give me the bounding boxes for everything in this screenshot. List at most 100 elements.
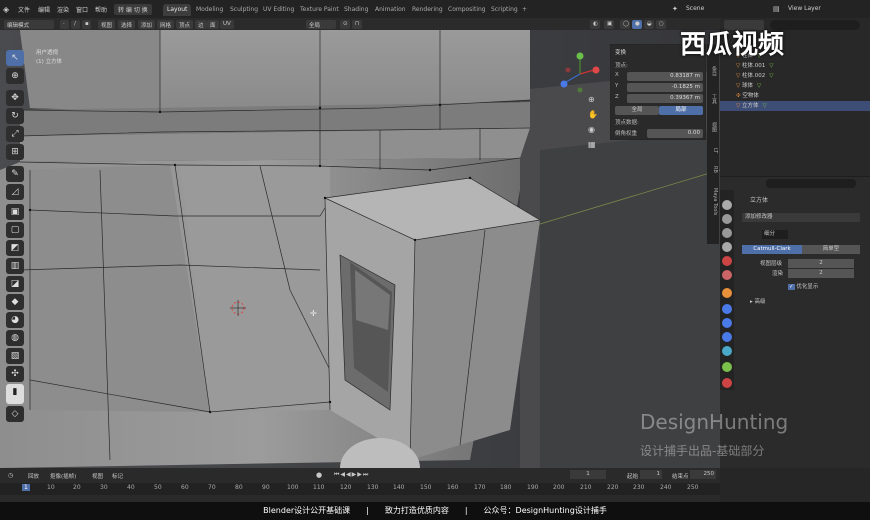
menu-vertex[interactable]: 顶点 [176, 20, 194, 29]
scale-tool-icon[interactable]: ⤢ [6, 126, 24, 142]
physics-props-icon[interactable] [722, 332, 732, 342]
modifier-props-icon[interactable] [722, 304, 732, 314]
frame-tick-current[interactable]: 1 [22, 484, 30, 491]
advanced-section[interactable]: ▸ 高级 [750, 297, 766, 305]
menu-window[interactable]: 窗口 [76, 5, 88, 14]
menu-help[interactable]: 帮助 [95, 5, 107, 14]
playback-menu[interactable]: 回放 [28, 472, 39, 480]
data-props-icon[interactable] [722, 362, 732, 372]
modifier-name-field[interactable]: 细分 [762, 230, 788, 239]
timeline-editor-icon[interactable]: ◷ [8, 472, 13, 479]
tab-lt[interactable]: LT [708, 148, 718, 153]
select-box-icon[interactable]: ↖ [6, 50, 24, 66]
tab-uv-editing[interactable]: UV Editing [259, 4, 298, 16]
snap-icon[interactable]: ⊓ [352, 20, 362, 29]
tab-layout[interactable]: Layout [163, 4, 192, 16]
menu-mesh[interactable]: 网格 [157, 20, 175, 29]
overlay-icon[interactable]: ◐ [590, 20, 600, 29]
menu-edit[interactable]: 编辑 [38, 5, 50, 14]
loop-cut-tool-icon[interactable]: ▥ [6, 258, 24, 274]
extrude-tool-icon[interactable]: ▣ [6, 204, 24, 220]
keying-menu[interactable]: 抠像(插帧) [50, 472, 76, 480]
tab-rendering[interactable]: Rendering [408, 4, 447, 16]
playback-controls-icon[interactable]: ⏮◀◀▶▶⏭ [334, 471, 369, 479]
shear-tool-icon[interactable]: ◇ [6, 406, 24, 422]
scene-props-icon[interactable] [722, 256, 732, 266]
tab-view[interactable]: 视图 [708, 122, 718, 132]
optimal-display-checkbox[interactable]: ✓ 优化显示 [788, 282, 818, 290]
menu-select[interactable]: 选择 [118, 20, 136, 29]
menu-uv[interactable]: UV [220, 20, 234, 29]
zoom-icon[interactable]: ⊕ [588, 95, 595, 104]
world-props-icon[interactable] [722, 270, 732, 280]
local-button[interactable]: 局部 [659, 106, 703, 115]
render-props-icon[interactable] [722, 214, 732, 224]
measure-tool-icon[interactable]: ◿ [6, 184, 24, 200]
view-layer-props-icon[interactable] [722, 242, 732, 252]
particle-props-icon[interactable] [722, 318, 732, 328]
start-frame-field[interactable]: 1 [640, 470, 662, 479]
y-field[interactable]: -0.1825 m [627, 83, 703, 92]
tab-animation[interactable]: Animation [371, 4, 410, 16]
tab-texture-paint[interactable]: Texture Paint [296, 4, 343, 16]
outliner-item-sphere[interactable]: ▽ 球体 ▽ [720, 81, 870, 91]
xray-icon[interactable]: ▣ [604, 20, 614, 29]
global-button[interactable]: 全局 [615, 106, 659, 115]
transform-orientation-select[interactable]: 全局 [306, 20, 336, 29]
face-select-icon[interactable]: ▪ [82, 20, 91, 29]
menu-view[interactable]: 视图 [98, 20, 116, 29]
add-modifier-button[interactable]: 添加修改器 [742, 213, 860, 222]
poly-build-tool-icon[interactable]: ◆ [6, 294, 24, 310]
grid-view-icon[interactable]: ▦ [588, 140, 596, 149]
marker-menu[interactable]: 标记 [112, 472, 123, 480]
tab-rb[interactable]: RB [708, 166, 718, 173]
tab-tool[interactable]: 工具 [708, 94, 718, 104]
bevel-weight-field[interactable]: 0.00 [647, 129, 703, 138]
catmull-clark-button[interactable]: Catmull-Clark [742, 245, 802, 254]
blender-logo-icon[interactable]: ◈ [3, 5, 9, 14]
x-field[interactable]: 0.83187 m [627, 72, 703, 81]
tab-modeling[interactable]: Modeling [192, 4, 227, 16]
output-props-icon[interactable] [722, 228, 732, 238]
material-shading-icon[interactable]: ◒ [644, 20, 654, 29]
add-workspace-button[interactable]: + [518, 4, 531, 16]
edge-select-icon[interactable]: / [71, 20, 80, 29]
wireframe-shading-icon[interactable]: ◯ [620, 20, 630, 29]
tab-compositing[interactable]: Compositing [444, 4, 490, 16]
levels-viewport-field[interactable]: 2 [788, 259, 854, 268]
pan-hand-icon[interactable]: ✋ [588, 110, 598, 119]
rotate-tool-icon[interactable]: ↻ [6, 108, 24, 124]
timeline-scale[interactable]: 1 10 20 30 40 50 60 70 80 90 100 110 120… [0, 483, 720, 495]
spin-tool-icon[interactable]: ◕ [6, 312, 24, 328]
move-tool-icon[interactable]: ✥ [6, 90, 24, 106]
vertex-select-icon[interactable]: · [60, 20, 69, 29]
constraints-props-icon[interactable] [722, 346, 732, 356]
tab-scripting[interactable]: Scripting [487, 4, 522, 16]
menu-file[interactable]: 文件 [18, 5, 30, 14]
current-frame-field[interactable]: 1 [570, 470, 606, 479]
view-menu[interactable]: 视图 [92, 472, 103, 480]
inset-tool-icon[interactable]: ▢ [6, 222, 24, 238]
annotate-tool-icon[interactable]: ✎ [6, 166, 24, 182]
cursor-tool-icon[interactable]: ⊕ [6, 68, 24, 84]
bevel-tool-icon[interactable]: ◩ [6, 240, 24, 256]
outliner-item-empty[interactable]: ✣ 空物体 [720, 91, 870, 101]
menu-edge[interactable]: 边 [195, 20, 207, 29]
tab-sculpting[interactable]: Sculpting [226, 4, 262, 16]
smooth-tool-icon[interactable]: ◍ [6, 330, 24, 346]
edge-slide-tool-icon[interactable]: ▧ [6, 348, 24, 364]
z-field[interactable]: 0.39367 m [627, 94, 703, 103]
tab-shading[interactable]: Shading [340, 4, 372, 16]
knife-tool-icon[interactable]: ◪ [6, 276, 24, 292]
editor-switch-button[interactable]: 转 编 切 换 [114, 4, 152, 15]
menu-add[interactable]: 添加 [138, 20, 156, 29]
solid-shading-icon[interactable]: ● [632, 20, 642, 29]
transform-tool-icon[interactable]: ⊞ [6, 144, 24, 160]
menu-render[interactable]: 渲染 [57, 5, 69, 14]
tool-props-icon[interactable] [722, 200, 732, 210]
view-layer-name[interactable]: View Layer [788, 5, 821, 12]
record-icon[interactable]: ● [316, 471, 322, 479]
scene-name[interactable]: Scene [686, 5, 704, 12]
simple-button[interactable]: 简单型 [802, 245, 860, 254]
tab-item[interactable]: 条目 [708, 66, 718, 76]
